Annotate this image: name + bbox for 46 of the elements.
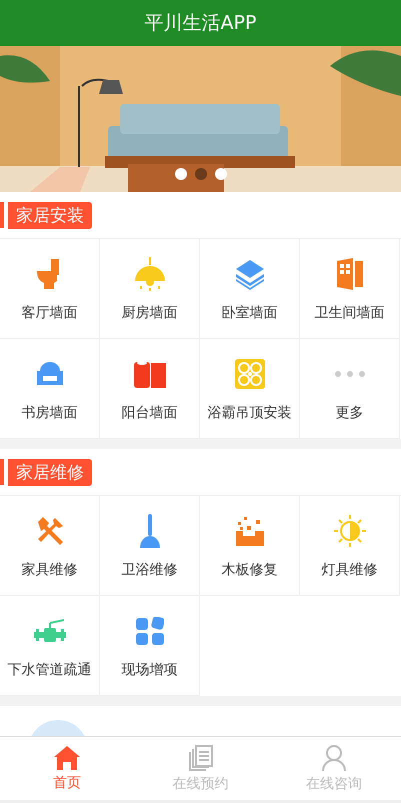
service-label: 卫生间墙面: [314, 304, 384, 322]
service-tile[interactable]: 木板修复: [200, 496, 300, 596]
service-tile[interactable]: 客厅墙面: [0, 239, 100, 339]
service-label: 下水管道疏通: [8, 660, 92, 678]
person-icon: [322, 744, 346, 770]
service-tile[interactable]: 家具维修: [0, 496, 100, 596]
service-label: 家具维修: [22, 560, 78, 578]
section-title: 家居维修: [8, 458, 92, 486]
service-tile[interactable]: 卫生间墙面: [300, 239, 400, 339]
sun-icon: [334, 514, 366, 546]
service-tile[interactable]: 灯具维修: [300, 496, 400, 596]
service-tile[interactable]: 卫浴维修: [100, 496, 200, 596]
service-label: 卧室墙面: [222, 304, 278, 322]
more-icon: [334, 370, 364, 376]
layers-icon: [234, 258, 266, 290]
accent-strip: [0, 459, 4, 485]
document-icon: [188, 744, 212, 770]
accent-strip: [0, 202, 4, 228]
service-label: 卫浴维修: [122, 560, 178, 578]
service-tile[interactable]: 下水管道疏通: [0, 596, 100, 696]
valve-icon: [34, 618, 66, 642]
service-tile[interactable]: 卧室墙面: [200, 239, 300, 339]
apps-icon: [136, 616, 164, 644]
service-tile[interactable]: 现场增项: [100, 596, 200, 696]
lamp-icon: [134, 256, 166, 290]
service-label: 客厅墙面: [22, 304, 78, 322]
door-icon: [334, 258, 364, 290]
service-tile[interactable]: 书房墙面: [0, 339, 100, 439]
service-label: 厨房墙面: [122, 304, 178, 322]
service-label: 灯具维修: [322, 560, 378, 578]
service-tile[interactable]: 厨房墙面: [100, 239, 200, 339]
home-icon: [54, 746, 80, 770]
service-label: 更多: [336, 404, 364, 422]
service-label: 阳台墙面: [122, 404, 178, 422]
broken-block-icon: [236, 516, 264, 546]
service-tile[interactable]: 更多: [300, 339, 400, 439]
service-label: 书房墙面: [22, 404, 78, 422]
plunger-icon: [138, 514, 162, 548]
heater-panel-icon: [234, 358, 264, 388]
section-title: 家居安装: [8, 202, 92, 228]
service-tile[interactable]: 阳台墙面: [100, 339, 200, 439]
service-label: 现场增项: [122, 660, 178, 678]
service-tile[interactable]: 浴霸吊顶安装: [200, 339, 300, 439]
service-label: 木板修复: [222, 560, 278, 578]
service-label: 浴霸吊顶安装: [208, 404, 292, 422]
app-title: 平川生活APP: [0, 0, 401, 46]
